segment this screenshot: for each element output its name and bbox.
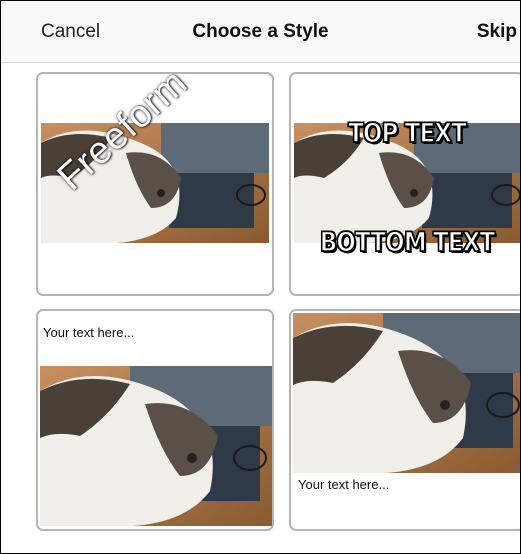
- style-card-caption-above[interactable]: Your text here...: [36, 309, 274, 531]
- style-card-caption-below[interactable]: Your text here...: [289, 309, 520, 531]
- skip-button[interactable]: Skip: [477, 21, 517, 43]
- page-title: Choose a Style: [192, 21, 329, 42]
- caption-text: Your text here...: [43, 325, 135, 340]
- cat-photo: [293, 313, 520, 473]
- style-grid: Freeform TOP TEXT BOTTOM TEXT Your text …: [1, 63, 520, 553]
- cat-photo: [40, 366, 272, 526]
- style-card-top-bottom[interactable]: TOP TEXT BOTTOM TEXT: [289, 72, 520, 296]
- style-card-freeform[interactable]: Freeform: [36, 72, 274, 296]
- meme-top-text: TOP TEXT: [347, 117, 467, 150]
- meme-bottom-text: BOTTOM TEXT: [319, 226, 496, 259]
- navigation-bar: Cancel Choose a Style Skip: [1, 1, 520, 63]
- caption-text: Your text here...: [298, 477, 390, 492]
- style-picker-screen: Cancel Choose a Style Skip Freeform TOP …: [0, 0, 521, 554]
